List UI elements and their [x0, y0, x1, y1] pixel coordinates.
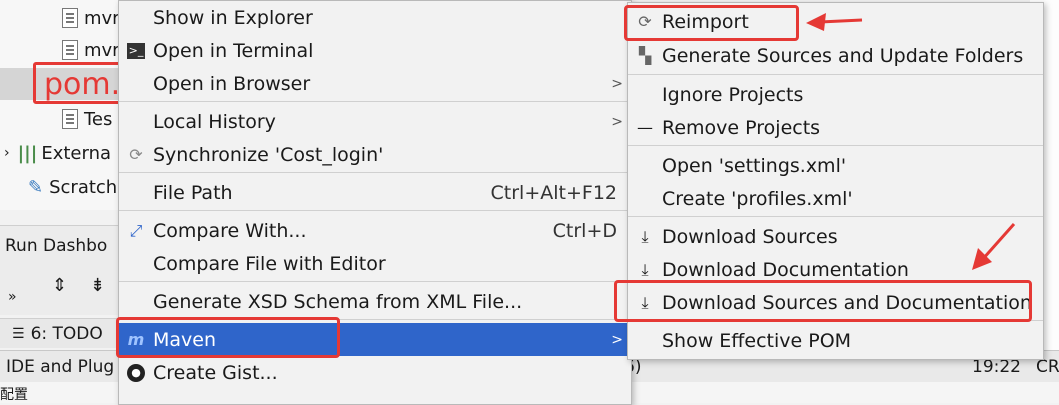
arrow-icon [972, 223, 1016, 270]
arrow-icon [806, 13, 863, 31]
annotation-arrows [806, 13, 1016, 270]
